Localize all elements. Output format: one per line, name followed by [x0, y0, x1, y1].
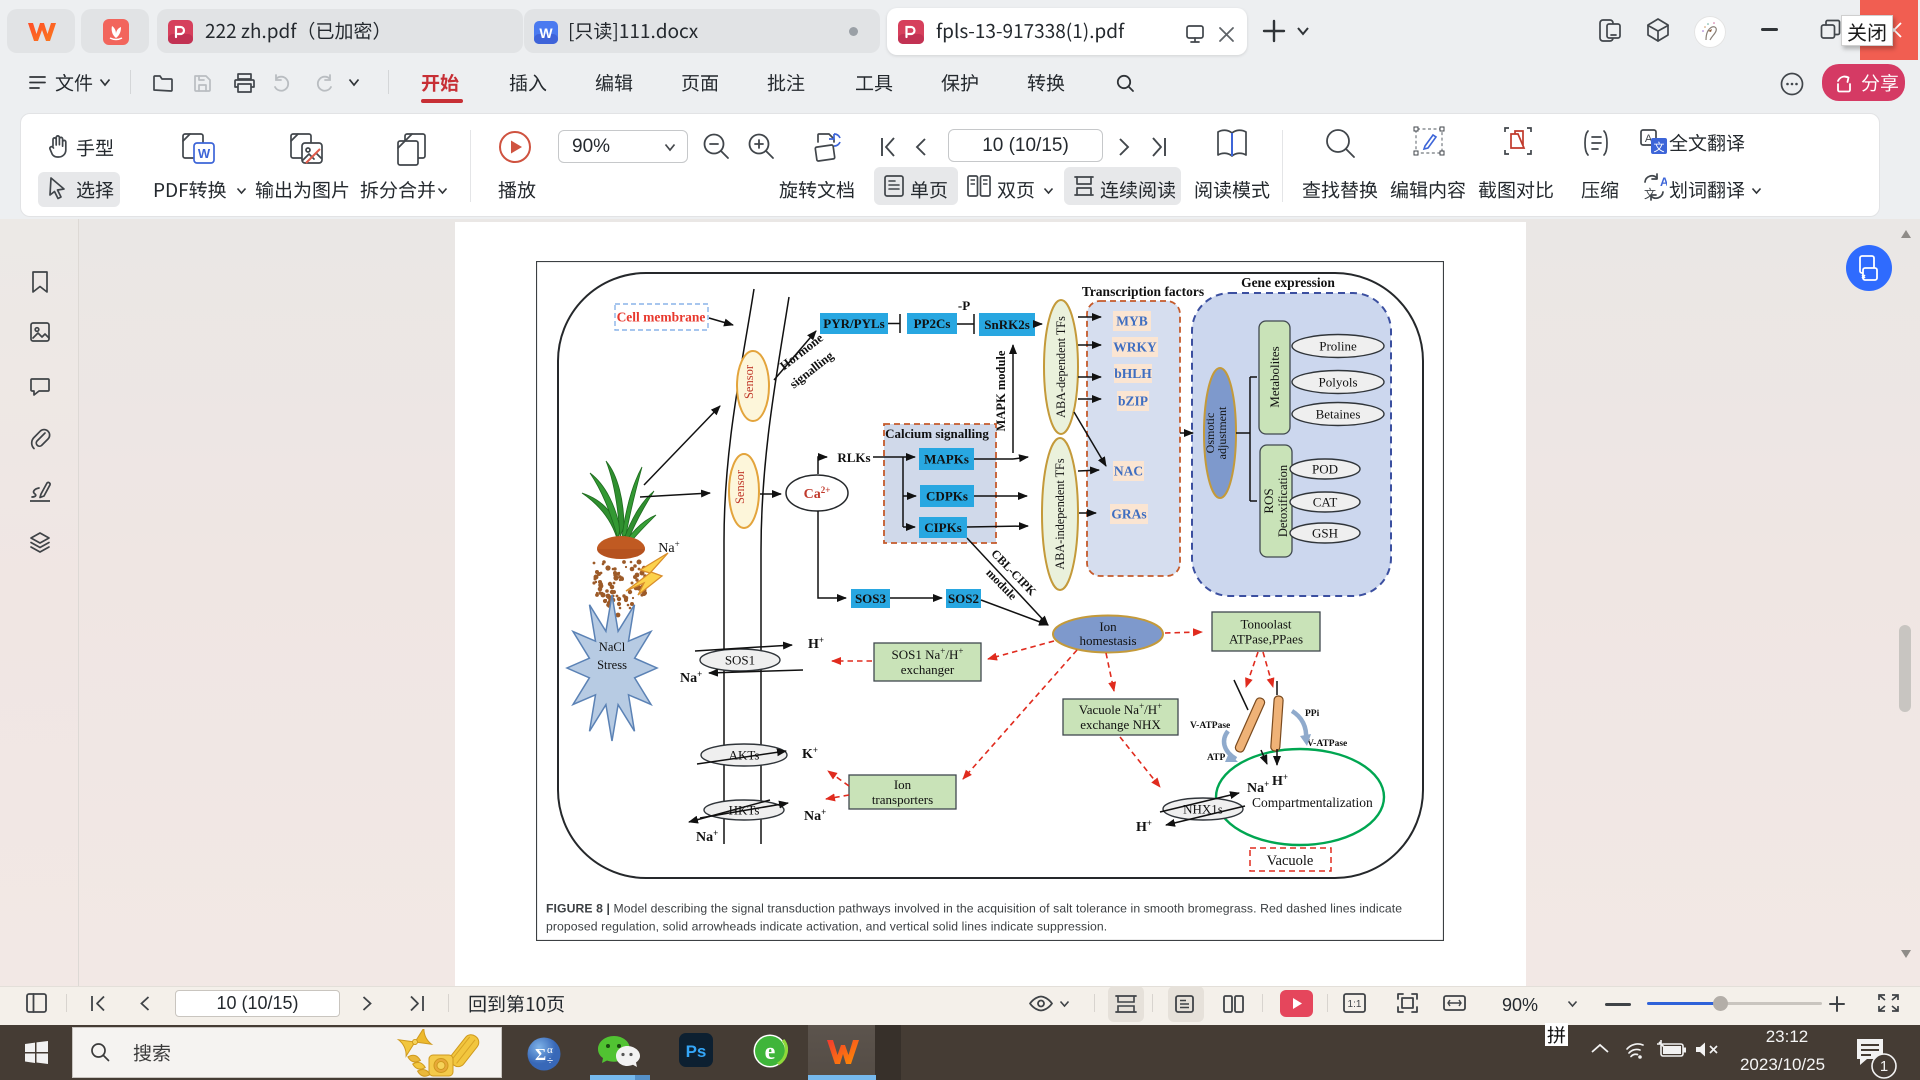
svg-text:Stress: Stress	[597, 658, 627, 672]
svg-text:Sensor: Sensor	[742, 364, 756, 399]
svg-text:homestasis: homestasis	[1079, 633, 1136, 648]
svg-text:transporters: transporters	[872, 792, 933, 807]
svg-text:adjustment: adjustment	[1215, 406, 1229, 459]
svg-text:bHLH: bHLH	[1114, 366, 1152, 381]
svg-text:Vacuole Na+/H+: Vacuole Na+/H+	[1079, 701, 1162, 717]
svg-text:Metabolites: Metabolites	[1267, 346, 1282, 407]
svg-text:Tonoolast: Tonoolast	[1240, 617, 1291, 632]
svg-text:NHX1s: NHX1s	[1183, 802, 1223, 817]
svg-text:WRKY: WRKY	[1113, 340, 1157, 355]
svg-text:NAC: NAC	[1114, 464, 1143, 479]
svg-text:PYR/PYLs: PYR/PYLs	[823, 316, 884, 331]
svg-text:NaCl: NaCl	[599, 640, 626, 654]
svg-text:÷: ÷	[547, 1055, 553, 1067]
svg-text:-P: -P	[958, 298, 970, 313]
svg-text:FIGURE 8 | Model describing th: FIGURE 8 | Model describing the signal t…	[546, 902, 1402, 916]
svg-text:SnRK2s: SnRK2s	[984, 317, 1030, 332]
svg-text:Σ: Σ	[535, 1045, 546, 1064]
svg-text:Sensor: Sensor	[733, 469, 747, 504]
svg-text:V-ATPase: V-ATPase	[1307, 739, 1347, 749]
svg-text:CDPKs: CDPKs	[926, 489, 968, 504]
svg-text:SOS1 Na+/H+: SOS1 Na+/H+	[892, 646, 964, 662]
svg-text:CIPKs: CIPKs	[924, 520, 962, 535]
svg-text:Vacuole: Vacuole	[1267, 853, 1314, 869]
svg-text:e: e	[765, 1039, 776, 1065]
svg-text:Ps: Ps	[686, 1042, 707, 1061]
svg-text:proposed regulation, solid arr: proposed regulation, solid arrowheads in…	[546, 920, 1107, 934]
svg-text:ABA-independent TFs: ABA-independent TFs	[1053, 458, 1067, 569]
svg-text:ROS: ROS	[1261, 488, 1276, 513]
svg-text:文: 文	[1654, 140, 1665, 154]
svg-text:1: 1	[1880, 1058, 1888, 1075]
svg-text:Transcription factors: Transcription factors	[1082, 284, 1204, 299]
svg-text:Proline: Proline	[1319, 339, 1357, 354]
svg-text:ATP: ATP	[1207, 753, 1225, 763]
svg-text:W: W	[539, 25, 553, 41]
svg-text:RLKs: RLKs	[837, 450, 870, 465]
svg-text:MYB: MYB	[1116, 314, 1148, 329]
svg-text:Compartmentalization: Compartmentalization	[1252, 795, 1373, 810]
svg-text:POD: POD	[1312, 462, 1338, 477]
svg-text:PP2Cs: PP2Cs	[914, 316, 951, 331]
svg-text:GSH: GSH	[1312, 526, 1338, 541]
svg-text:Gene expression: Gene expression	[1241, 275, 1335, 290]
svg-text:ABA-dependent TFs: ABA-dependent TFs	[1054, 316, 1068, 418]
svg-text:W: W	[198, 146, 211, 161]
svg-text:CAT: CAT	[1313, 495, 1338, 510]
svg-text:Cell membrane: Cell membrane	[617, 310, 706, 325]
svg-text:exchanger: exchanger	[901, 662, 955, 677]
svg-text:Calcium signalling: Calcium signalling	[885, 426, 989, 441]
svg-text:1:1: 1:1	[1348, 999, 1362, 1010]
svg-text:Polyols: Polyols	[1318, 375, 1357, 390]
svg-text:Ion: Ion	[1099, 619, 1117, 634]
svg-text:MAPK module: MAPK module	[994, 350, 1008, 431]
svg-text:Ion: Ion	[894, 777, 912, 792]
svg-text:V-ATPase: V-ATPase	[1190, 721, 1230, 731]
svg-text:exchange NHX: exchange NHX	[1080, 717, 1161, 732]
svg-text:PPi: PPi	[1305, 709, 1320, 719]
svg-text:MAPKs: MAPKs	[924, 452, 969, 467]
svg-text:A: A	[1660, 175, 1667, 189]
svg-text:SOS1: SOS1	[725, 653, 755, 668]
svg-text:Detoxification: Detoxification	[1276, 464, 1290, 537]
svg-text:GRAs: GRAs	[1111, 507, 1146, 522]
svg-text:ATPase,PPaes: ATPase,PPaes	[1229, 632, 1303, 647]
svg-text:SOS3: SOS3	[855, 591, 887, 606]
svg-text:文: 文	[1644, 186, 1656, 201]
svg-text:SOS2: SOS2	[948, 591, 979, 606]
svg-text:bZIP: bZIP	[1118, 394, 1148, 409]
svg-text:Betaines: Betaines	[1316, 407, 1361, 422]
